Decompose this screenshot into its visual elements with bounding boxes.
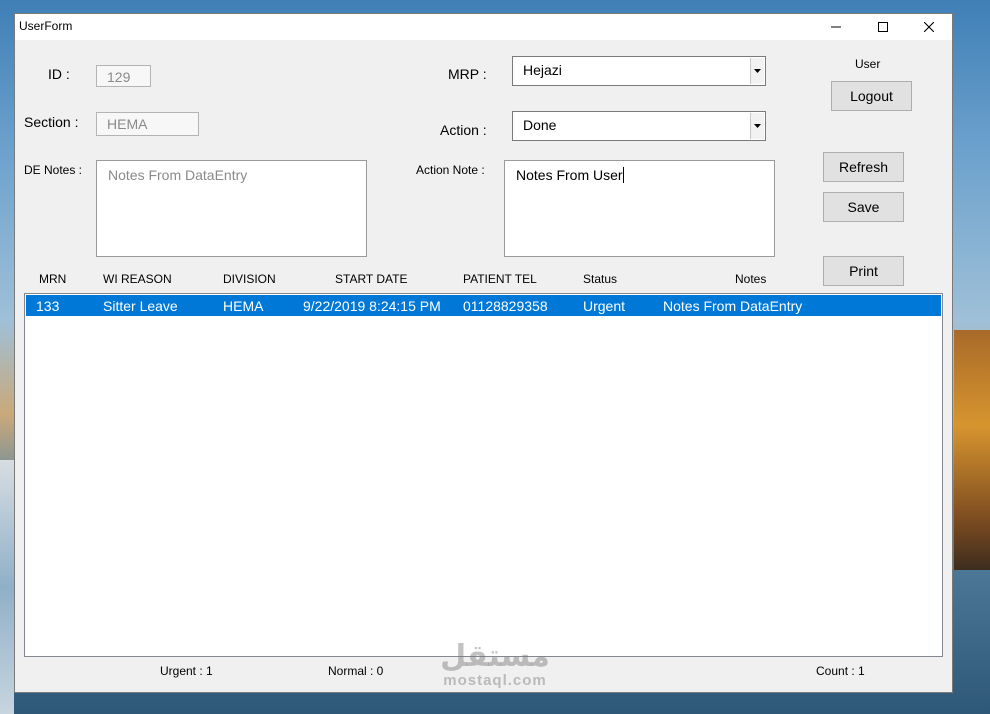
mrp-selected-value: Hejazi <box>523 62 562 78</box>
action-label: Action : <box>440 122 487 138</box>
cell-start-date: 9/22/2019 8:24:15 PM <box>303 298 441 314</box>
section-label: Section : <box>24 114 79 130</box>
action-note-label: Action Note : <box>416 163 485 177</box>
column-header-notes[interactable]: Notes <box>735 272 766 286</box>
de-notes-field[interactable]: Notes From DataEntry <box>96 160 367 257</box>
urgent-count: Urgent : 1 <box>160 664 213 678</box>
id-label: ID : <box>48 66 70 82</box>
chevron-down-icon[interactable] <box>750 113 764 139</box>
cell-mrn: 133 <box>36 298 60 314</box>
user-label: User <box>855 57 881 71</box>
cell-division: HEMA <box>223 298 264 314</box>
minimize-button[interactable] <box>813 14 859 40</box>
table-row-selected[interactable]: 133 Sitter Leave HEMA 9/22/2019 8:24:15 … <box>26 295 941 316</box>
window-title: UserForm <box>19 19 73 33</box>
total-count: Count : 1 <box>816 664 865 678</box>
column-header-division[interactable]: DIVISION <box>223 272 276 286</box>
close-icon <box>924 22 934 32</box>
watermark-latin: mostaql.com <box>443 672 547 689</box>
mrp-label: MRP : <box>448 66 487 82</box>
column-header-wi-reason[interactable]: WI REASON <box>103 272 172 286</box>
cell-reason: Sitter Leave <box>103 298 178 314</box>
logout-button[interactable]: Logout <box>831 81 912 111</box>
action-note-text: Notes From User <box>516 167 623 183</box>
section-field[interactable]: HEMA <box>96 112 199 136</box>
id-field[interactable]: 129 <box>96 65 151 87</box>
save-button[interactable]: Save <box>823 192 904 222</box>
close-button[interactable] <box>906 14 952 40</box>
chevron-down-icon[interactable] <box>750 58 764 84</box>
mostaql-watermark-logo: مستقل mostaql.com <box>434 642 556 698</box>
action-dropdown[interactable]: Done <box>512 111 766 141</box>
column-header-patient-tel[interactable]: PATIENT TEL <box>463 272 537 286</box>
desktop-background-sea <box>0 460 14 714</box>
maximize-icon <box>878 22 888 32</box>
maximize-button[interactable] <box>860 14 906 40</box>
desktop-background-rock <box>954 330 990 570</box>
de-notes-label: DE Notes : <box>24 163 83 177</box>
column-header-start-date[interactable]: START DATE <box>335 272 407 286</box>
column-header-status[interactable]: Status <box>583 272 617 286</box>
print-button[interactable]: Print <box>823 256 904 286</box>
mrp-dropdown[interactable]: Hejazi <box>512 56 766 86</box>
minimize-icon <box>831 26 841 28</box>
action-note-field[interactable]: Notes From User <box>504 160 775 257</box>
userform-window: UserForm ID : 129 Section : HEMA DE Note… <box>14 13 953 693</box>
records-list[interactable]: 133 Sitter Leave HEMA 9/22/2019 8:24:15 … <box>24 293 943 657</box>
action-selected-value: Done <box>523 117 557 133</box>
title-bar[interactable]: UserForm <box>15 14 952 40</box>
cell-patient-tel: 01128829358 <box>463 298 548 314</box>
column-header-mrn[interactable]: MRN <box>39 272 66 286</box>
cell-notes: Notes From DataEntry <box>663 298 803 314</box>
cell-status: Urgent <box>583 298 626 314</box>
watermark-arabic: مستقل <box>440 639 550 674</box>
refresh-button[interactable]: Refresh <box>823 152 904 182</box>
text-caret <box>622 167 624 183</box>
normal-count: Normal : 0 <box>328 664 384 678</box>
